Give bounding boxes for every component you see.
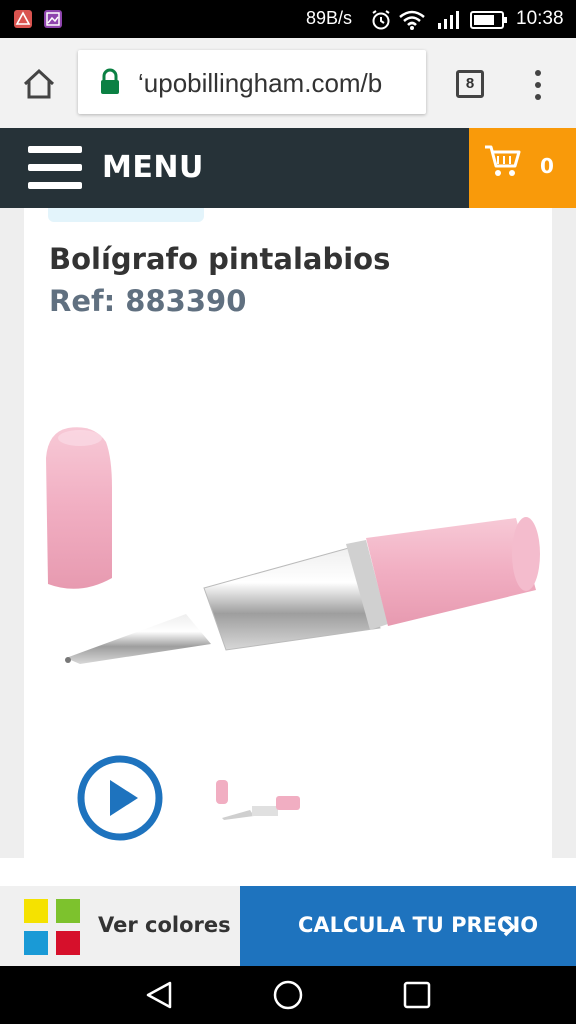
menu-label[interactable]: MENU bbox=[102, 150, 204, 185]
blue-swatch bbox=[24, 931, 48, 955]
battery-icon bbox=[470, 11, 507, 29]
category-tag bbox=[48, 208, 204, 222]
browser-toolbar: ‘upobillingham.com/b 8 bbox=[0, 38, 576, 128]
page-bottom-strip bbox=[0, 858, 576, 886]
hamburger-menu-icon[interactable] bbox=[28, 146, 82, 190]
gallery-app-icon bbox=[44, 10, 62, 28]
play-video-button[interactable] bbox=[76, 754, 164, 842]
alert-app-icon bbox=[14, 10, 32, 28]
wifi-icon bbox=[399, 10, 425, 30]
lock-icon bbox=[101, 68, 119, 94]
url-bar[interactable]: ‘upobillingham.com/b bbox=[78, 50, 426, 114]
product-reference: Ref: 883390 bbox=[49, 284, 247, 318]
network-speed: 89B/s bbox=[306, 8, 353, 28]
clock: 10:38 bbox=[516, 8, 564, 29]
product-thumbnail[interactable] bbox=[214, 776, 304, 822]
ver-colores-button[interactable]: Ver colores bbox=[0, 886, 240, 966]
status-bar: 89B/s 10:38 bbox=[0, 0, 576, 38]
site-header: MENU 0 bbox=[0, 128, 576, 208]
product-image[interactable] bbox=[36, 418, 546, 678]
chevron-right-icon bbox=[503, 917, 516, 937]
cart-count: 0 bbox=[540, 154, 554, 178]
product-card: Bolígrafo pintalabios Ref: 883390 bbox=[24, 208, 552, 858]
cart-icon bbox=[485, 145, 521, 176]
ver-colores-label: Ver colores bbox=[98, 913, 231, 937]
bottom-action-bar: Ver colores CALCULA TU PRECIO bbox=[0, 886, 576, 966]
cart-button[interactable]: 0 bbox=[469, 128, 576, 208]
alarm-icon bbox=[372, 10, 390, 30]
red-swatch bbox=[56, 931, 80, 955]
back-icon[interactable] bbox=[144, 980, 174, 1010]
home-nav-icon[interactable] bbox=[272, 979, 304, 1011]
yellow-swatch bbox=[24, 899, 48, 923]
system-nav-bar bbox=[0, 966, 576, 1024]
home-icon[interactable] bbox=[22, 68, 56, 100]
product-title: Bolígrafo pintalabios bbox=[49, 242, 391, 276]
recents-icon[interactable] bbox=[402, 980, 432, 1010]
tab-switcher-button[interactable]: 8 bbox=[456, 70, 484, 98]
overflow-menu-icon[interactable] bbox=[532, 68, 544, 102]
signal-icon bbox=[438, 11, 459, 29]
url-text: ‘upobillingham.com/b bbox=[138, 68, 383, 98]
calcula-precio-button[interactable]: CALCULA TU PRECIO bbox=[240, 886, 576, 966]
green-swatch bbox=[56, 899, 80, 923]
